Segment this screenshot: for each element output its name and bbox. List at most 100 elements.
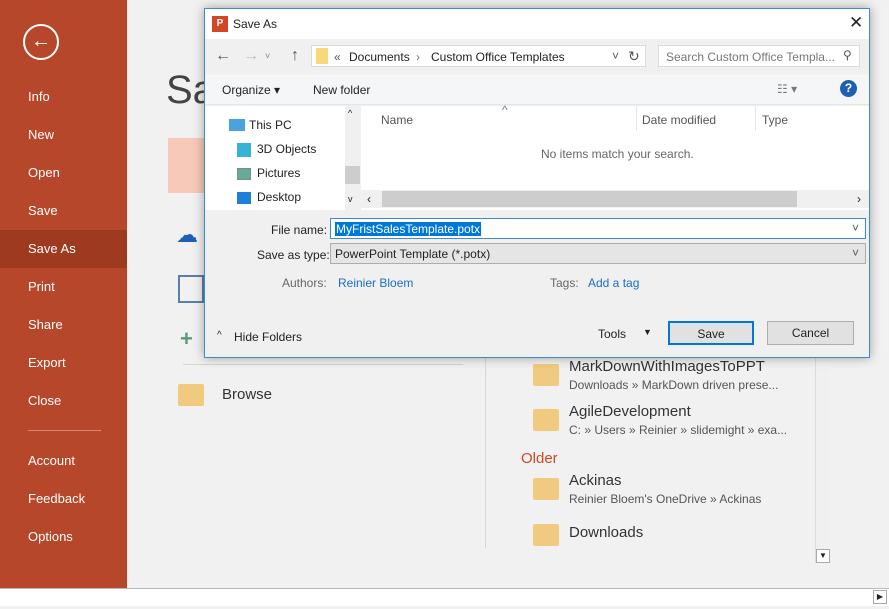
file-name-input[interactable]: MyFristSalesTemplate.potx ˅ <box>330 218 866 239</box>
scroll-down-icon[interactable]: v <box>348 194 353 204</box>
browse-button[interactable]: Browse <box>222 386 272 403</box>
sidebar-item-print[interactable]: Print <box>0 268 127 306</box>
breadcrumb-documents[interactable]: Documents <box>349 50 410 64</box>
search-icon: ⚲ <box>843 48 852 62</box>
column-name[interactable]: Name <box>381 113 413 127</box>
dialog-titlebar: P Save As ✕ <box>205 9 869 39</box>
nav-desktop[interactable]: Desktop <box>257 190 301 204</box>
vertical-scrollbar[interactable]: ▼ <box>815 358 830 563</box>
recent-locations-icon[interactable]: ˅ <box>265 51 270 61</box>
tools-dropdown-icon[interactable]: ▼ <box>643 327 652 337</box>
recent-clock-icon[interactable] <box>168 138 208 193</box>
scroll-right-icon[interactable]: › <box>857 192 861 206</box>
folder-path: Reinier Bloem's OneDrive » Ackinas <box>569 492 762 506</box>
sidebar-item-close[interactable]: Close <box>0 382 127 420</box>
organize-button[interactable]: Organize ▾ <box>222 83 280 97</box>
sidebar-item-export[interactable]: Export <box>0 344 127 382</box>
search-placeholder: Search Custom Office Templa... <box>666 50 835 64</box>
backstage-sidebar: ← Info New Open Save Save As Print Share… <box>0 0 127 588</box>
folder-name: AgileDevelopment <box>569 403 691 420</box>
sort-ascending-icon: ^ <box>502 103 508 117</box>
back-arrow-icon[interactable]: ← <box>23 24 59 60</box>
hide-folders-button[interactable]: Hide Folders <box>234 330 302 344</box>
divider <box>755 106 756 131</box>
horizontal-scrollbar[interactable]: ▶ <box>0 588 889 606</box>
sidebar-item-feedback[interactable]: Feedback <box>0 480 127 518</box>
cancel-button[interactable]: Cancel <box>767 321 854 345</box>
save-as-type-value: PowerPoint Template (*.potx) <box>335 247 491 261</box>
save-as-type-label: Save as type: <box>257 248 330 262</box>
save-button[interactable]: Save <box>668 321 754 345</box>
save-as-type-select[interactable]: PowerPoint Template (*.potx) ˅ <box>330 243 866 264</box>
sidebar-item-save[interactable]: Save <box>0 192 127 230</box>
folder-icon <box>316 48 328 64</box>
divider <box>636 106 637 131</box>
save-as-dialog: P Save As ✕ ← → ˅ ↑ « Documents › Custom… <box>204 8 870 358</box>
pictures-icon <box>237 168 251 180</box>
forward-icon[interactable]: → <box>243 47 259 65</box>
address-bar[interactable]: « Documents › Custom Office Templates ˅ … <box>311 45 646 67</box>
navigation-pane: This PC 3D Objects Pictures Desktop ^ v <box>205 106 360 210</box>
sidebar-item-new[interactable]: New <box>0 116 127 154</box>
authors-label: Authors: <box>282 276 327 290</box>
divider <box>183 364 463 365</box>
add-tag-link[interactable]: Add a tag <box>588 276 639 290</box>
view-options-icon[interactable]: ☷ ▾ <box>777 82 797 96</box>
onedrive-icon[interactable]: ☁ <box>176 222 198 248</box>
scroll-left-icon[interactable]: ‹ <box>367 192 371 206</box>
sidebar-item-open[interactable]: Open <box>0 154 127 192</box>
new-folder-button[interactable]: New folder <box>313 83 370 97</box>
chevron-up-icon[interactable]: ^ <box>217 330 222 341</box>
folder-icon <box>533 409 559 431</box>
browse-folder-icon <box>178 384 204 406</box>
scroll-down-icon[interactable]: ▼ <box>816 549 830 563</box>
folder-icon <box>533 364 559 386</box>
search-input[interactable]: Search Custom Office Templa... ⚲ <box>658 45 860 67</box>
refresh-icon[interactable]: ↻ <box>628 48 640 65</box>
this-pc-icon <box>229 119 245 131</box>
close-icon[interactable]: ✕ <box>849 13 863 33</box>
this-pc-icon[interactable] <box>178 275 204 303</box>
up-icon[interactable]: ↑ <box>291 47 299 65</box>
scroll-thumb[interactable] <box>345 166 360 184</box>
scroll-thumb[interactable] <box>382 191 797 207</box>
nav-pictures[interactable]: Pictures <box>257 166 300 180</box>
divider <box>28 430 101 431</box>
authors-value[interactable]: Reinier Bloem <box>338 276 413 290</box>
dialog-toolbar: Organize ▾ New folder ☷ ▾ ? <box>205 75 869 105</box>
folder-icon <box>533 524 559 546</box>
sidebar-item-info[interactable]: Info <box>0 78 127 116</box>
help-icon[interactable]: ? <box>840 80 857 97</box>
powerpoint-icon: P <box>212 16 228 32</box>
file-list: ^ Name Date modified Type No items match… <box>361 103 869 210</box>
sidebar-item-save-as[interactable]: Save As <box>0 230 127 268</box>
folder-name: Ackinas <box>569 472 622 489</box>
nav-3d-objects[interactable]: 3D Objects <box>257 142 316 156</box>
tools-button[interactable]: Tools <box>598 327 626 341</box>
column-type[interactable]: Type <box>762 113 788 127</box>
scroll-up-icon[interactable]: ^ <box>348 108 352 118</box>
dialog-title: Save As <box>233 17 278 31</box>
older-heading: Older <box>521 450 558 467</box>
scroll-right-icon[interactable]: ▶ <box>873 590 887 604</box>
breadcrumb-overflow[interactable]: « <box>334 50 341 64</box>
chevron-down-icon[interactable]: ˅ <box>852 221 859 235</box>
3d-objects-icon <box>237 143 251 157</box>
folder-path: Downloads » MarkDown driven prese... <box>569 378 779 392</box>
sidebar-item-share[interactable]: Share <box>0 306 127 344</box>
sidebar-item-options[interactable]: Options <box>0 518 127 556</box>
breadcrumb-custom-office-templates[interactable]: Custom Office Templates <box>431 50 565 64</box>
folder-icon <box>533 478 559 500</box>
nav-scrollbar[interactable]: ^ v <box>345 106 360 210</box>
list-horizontal-scrollbar[interactable]: ‹ › <box>361 190 869 208</box>
file-name-label: File name: <box>271 223 328 237</box>
chevron-down-icon[interactable]: ˅ <box>612 49 619 63</box>
chevron-down-icon[interactable]: ˅ <box>852 246 859 260</box>
empty-message: No items match your search. <box>541 147 694 161</box>
sidebar-item-account[interactable]: Account <box>0 442 127 480</box>
nav-this-pc[interactable]: This PC <box>249 118 292 132</box>
back-icon[interactable]: ← <box>215 47 231 65</box>
desktop-icon <box>237 192 251 204</box>
add-place-icon[interactable]: + <box>180 326 193 352</box>
column-date-modified[interactable]: Date modified <box>642 113 716 127</box>
